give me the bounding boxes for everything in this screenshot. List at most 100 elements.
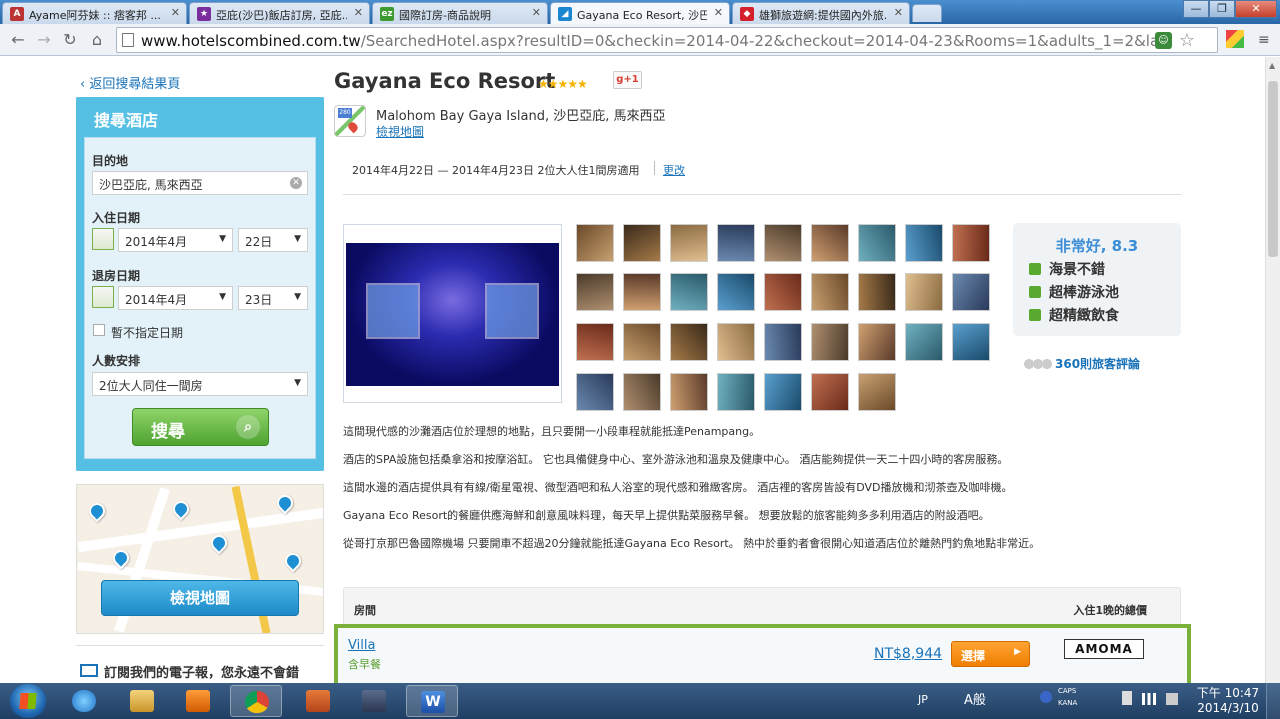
mini-map[interactable]: 檢視地圖 (76, 484, 324, 634)
menu-icon[interactable]: ≡ (1258, 32, 1272, 48)
chrome-taskbar-button[interactable] (230, 685, 282, 717)
page-scrollbar[interactable]: ▲ (1265, 57, 1280, 683)
bookmark-star-icon[interactable]: ☆ (1179, 30, 1195, 51)
reload-icon[interactable]: ↻ (60, 31, 80, 49)
close-tab-icon[interactable]: ✕ (714, 6, 723, 19)
browser-tab-5[interactable]: ◆ 雄獅旅遊網:提供國內外旅... ✕ (732, 2, 910, 24)
photo-thumbnail[interactable] (623, 373, 661, 411)
checkout-day-select[interactable]: 23日 ▼ (238, 286, 308, 310)
room-name-link[interactable]: Villa (348, 638, 375, 653)
photo-thumbnail[interactable] (811, 373, 849, 411)
media-player-taskbar-button[interactable] (172, 685, 224, 717)
photo-thumbnail[interactable] (670, 373, 708, 411)
room-price-link[interactable]: NT$8,944 (874, 646, 942, 662)
close-tab-icon[interactable]: ✕ (354, 6, 363, 19)
photo-thumbnail[interactable] (576, 224, 614, 262)
destination-input[interactable]: 沙巴亞庇, 馬來西亞 ✕ (92, 171, 308, 195)
browser-tab-4-active[interactable]: ◢ Gayana Eco Resort, 沙巴 ✕ (550, 2, 730, 24)
scroll-up-arrow-icon[interactable]: ▲ (1269, 61, 1275, 70)
network-icon[interactable] (1142, 693, 1156, 705)
browser-tab-2[interactable]: ★ 亞庇(沙巴)飯店訂房, 亞庇... ✕ (189, 2, 370, 24)
photo-thumbnail[interactable] (764, 373, 802, 411)
photo-thumbnail[interactable] (670, 273, 708, 311)
photo-thumbnail[interactable] (905, 273, 943, 311)
photo-thumbnail[interactable] (576, 273, 614, 311)
close-tab-icon[interactable]: ✕ (532, 6, 541, 19)
clock[interactable]: 下午 10:47 2014/3/10 (1196, 686, 1260, 716)
acrobat-taskbar-button[interactable] (348, 685, 400, 717)
calendar-icon[interactable] (92, 228, 114, 250)
browser-tab-1[interactable]: A Ayame阿芬妹 :: 痞客邦 ... ✕ (2, 2, 187, 24)
photo-thumbnail[interactable] (811, 224, 849, 262)
main-hotel-photo[interactable] (343, 224, 562, 403)
photo-thumbnail[interactable] (858, 323, 896, 361)
photo-thumbnail[interactable] (811, 323, 849, 361)
volume-icon[interactable] (1166, 693, 1178, 705)
photo-thumbnail[interactable] (764, 224, 802, 262)
maximize-button[interactable]: ❐ (1209, 0, 1235, 18)
provider-logo[interactable]: AMOMA (1064, 639, 1144, 659)
show-desktop-button[interactable] (1266, 683, 1280, 719)
map-pin-icon[interactable] (169, 497, 193, 521)
photo-thumbnail[interactable] (858, 373, 896, 411)
photo-thumbnail[interactable] (623, 273, 661, 311)
close-tab-icon[interactable]: ✕ (894, 6, 903, 19)
photo-thumbnail[interactable] (952, 273, 990, 311)
reviews-link[interactable]: 360則旅客評論 (1023, 355, 1140, 372)
url-text[interactable]: www.hotelscombined.com.tw/SearchedHotel.… (141, 32, 1171, 50)
word-taskbar-button[interactable]: W (406, 685, 458, 717)
back-arrow-icon[interactable]: ← (8, 31, 28, 49)
colorful-extension-icon[interactable] (1226, 30, 1244, 48)
photo-thumbnail[interactable] (905, 224, 943, 262)
checkin-day-select[interactable]: 22日 ▼ (238, 228, 308, 252)
checkout-month-select[interactable]: 2014年4月 ▼ (118, 286, 233, 310)
view-map-button[interactable]: 檢視地圖 (101, 580, 299, 616)
flag-icon[interactable] (1122, 691, 1132, 705)
photo-thumbnail[interactable] (717, 323, 755, 361)
book-app-taskbar-button[interactable] (292, 685, 344, 717)
photo-thumbnail[interactable] (858, 273, 896, 311)
back-to-results-link[interactable]: ‹ 返回搜尋結果頁 (80, 73, 180, 92)
photo-thumbnail[interactable] (905, 323, 943, 361)
newsletter-signup[interactable]: 訂閱我們的電子報，您永遠不會錯 (76, 645, 324, 681)
ie-taskbar-button[interactable] (58, 685, 110, 717)
scrollbar-thumb[interactable] (1268, 81, 1278, 257)
photo-thumbnail[interactable] (717, 224, 755, 262)
photo-thumbnail[interactable] (623, 224, 661, 262)
explorer-taskbar-button[interactable] (116, 685, 168, 717)
select-room-button[interactable]: 選擇 ▶ (951, 641, 1030, 667)
map-pin-icon[interactable] (281, 549, 305, 573)
browser-tab-3[interactable]: ez 國際訂房-商品說明 ✕ (372, 2, 548, 24)
forward-arrow-icon[interactable]: → (34, 31, 54, 49)
new-tab-button[interactable] (912, 4, 942, 22)
photo-thumbnail[interactable] (717, 373, 755, 411)
photo-thumbnail[interactable] (670, 323, 708, 361)
no-date-checkbox[interactable] (93, 324, 105, 336)
photo-thumbnail[interactable] (952, 323, 990, 361)
minimize-button[interactable]: — (1183, 0, 1209, 18)
change-dates-link[interactable]: 更改 (663, 162, 685, 178)
photo-thumbnail[interactable] (717, 273, 755, 311)
help-icon[interactable] (1040, 691, 1052, 703)
checkin-month-select[interactable]: 2014年4月 ▼ (118, 228, 233, 252)
photo-thumbnail[interactable] (670, 224, 708, 262)
close-tab-icon[interactable]: ✕ (171, 6, 180, 19)
view-map-link[interactable]: 檢視地圖 (376, 123, 424, 140)
photo-thumbnail[interactable] (858, 224, 896, 262)
photo-thumbnail[interactable] (623, 323, 661, 361)
extension-icon[interactable]: ☺ (1155, 32, 1172, 49)
home-icon[interactable]: ⌂ (87, 31, 107, 49)
google-plus-button[interactable]: g+1 (613, 71, 642, 89)
map-pin-icon[interactable] (85, 499, 109, 523)
photo-thumbnail[interactable] (576, 323, 614, 361)
search-button[interactable]: 搜尋 ⌕ (132, 408, 269, 446)
map-pin-icon[interactable] (207, 531, 231, 555)
photo-thumbnail[interactable] (764, 273, 802, 311)
clear-icon[interactable]: ✕ (290, 177, 302, 189)
photo-thumbnail[interactable] (764, 323, 802, 361)
start-button[interactable] (10, 684, 46, 718)
map-location-icon[interactable]: 280 (334, 105, 366, 137)
photo-thumbnail[interactable] (811, 273, 849, 311)
photo-thumbnail[interactable] (576, 373, 614, 411)
ime-indicator[interactable]: A般 (964, 689, 986, 708)
